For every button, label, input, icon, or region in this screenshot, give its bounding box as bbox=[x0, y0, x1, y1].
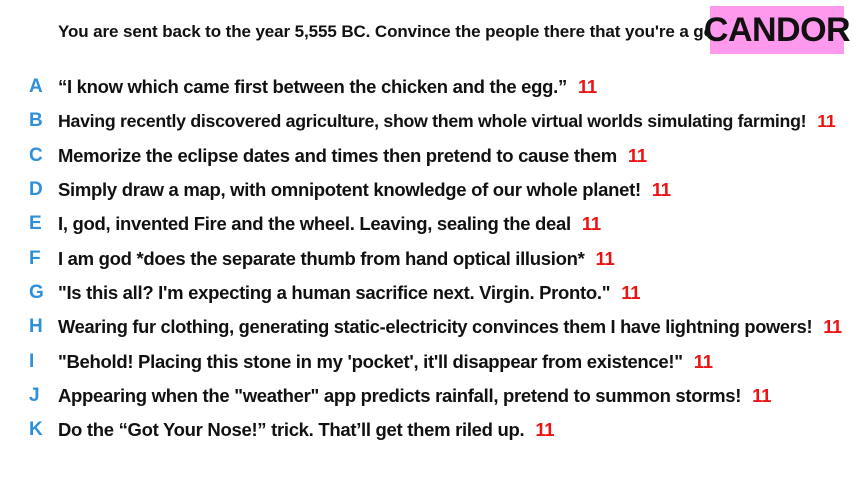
answer-score: 11 bbox=[752, 384, 772, 406]
answer-row-b: B Having recently discovered agriculture… bbox=[0, 104, 853, 138]
answer-text: Wearing fur clothing, generating static-… bbox=[58, 316, 842, 338]
answer-letter: C bbox=[29, 144, 43, 166]
answer-score: 11 bbox=[581, 213, 601, 235]
answer-score: 11 bbox=[595, 247, 615, 269]
answer-text: Appearing when the "weather" app predict… bbox=[58, 384, 772, 406]
answer-score: 11 bbox=[577, 76, 597, 98]
answer-row-f: F I am god *does the separate thumb from… bbox=[0, 241, 853, 275]
answer-list: A “I know which came first between the c… bbox=[0, 70, 853, 447]
answer-text: Do the “Got Your Nose!” trick. That’ll g… bbox=[58, 419, 555, 441]
answer-text: I am god *does the separate thumb from h… bbox=[58, 247, 615, 269]
answer-row-g: G "Is this all? I'm expecting a human sa… bbox=[0, 276, 853, 310]
answer-letter: J bbox=[29, 384, 40, 406]
answer-score: 11 bbox=[621, 281, 641, 303]
answer-row-d: D Simply draw a map, with omnipotent kno… bbox=[0, 173, 853, 207]
answer-score: 11 bbox=[627, 144, 647, 166]
answer-row-a: A “I know which came first between the c… bbox=[0, 70, 853, 104]
answer-text: "Behold! Placing this stone in my 'pocke… bbox=[58, 350, 713, 372]
answer-text: I, god, invented Fire and the wheel. Lea… bbox=[58, 213, 601, 235]
answer-letter: H bbox=[29, 316, 43, 338]
answer-score: 11 bbox=[535, 419, 555, 441]
answer-letter: A bbox=[29, 76, 43, 98]
answer-text: "Is this all? I'm expecting a human sacr… bbox=[58, 281, 641, 303]
answer-text: Having recently discovered agriculture, … bbox=[58, 110, 836, 131]
answer-letter: D bbox=[29, 179, 43, 201]
answer-letter: B bbox=[29, 110, 43, 132]
answer-letter: I bbox=[29, 350, 35, 372]
answer-text: Simply draw a map, with omnipotent knowl… bbox=[58, 179, 671, 201]
answer-letter: K bbox=[29, 419, 43, 441]
answer-score: 11 bbox=[823, 316, 842, 338]
answer-score: 11 bbox=[651, 179, 671, 201]
answer-text: Memorize the eclipse dates and times the… bbox=[58, 144, 647, 166]
prompt-text: You are sent back to the year 5,555 BC. … bbox=[58, 22, 729, 41]
answer-row-e: E I, god, invented Fire and the wheel. L… bbox=[0, 207, 853, 241]
answer-row-j: J Appearing when the "weather" app predi… bbox=[0, 379, 853, 413]
answer-score: 11 bbox=[693, 350, 713, 372]
candor-logo: CANDOR bbox=[704, 6, 851, 54]
answer-letter: G bbox=[29, 281, 44, 303]
answer-row-k: K Do the “Got Your Nose!” trick. That’ll… bbox=[0, 413, 853, 447]
answer-text: “I know which came first between the chi… bbox=[58, 76, 597, 98]
answer-letter: E bbox=[29, 213, 42, 235]
answer-row-i: I "Behold! Placing this stone in my 'poc… bbox=[0, 344, 853, 378]
answer-row-c: C Memorize the eclipse dates and times t… bbox=[0, 139, 853, 173]
answer-letter: F bbox=[29, 247, 41, 269]
answer-score: 11 bbox=[817, 110, 836, 131]
answer-row-h: H Wearing fur clothing, generating stati… bbox=[0, 310, 853, 344]
